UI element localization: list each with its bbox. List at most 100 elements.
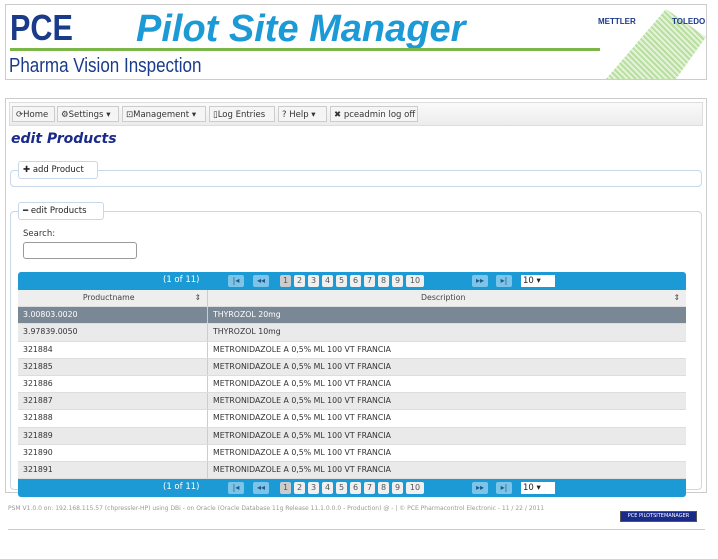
brand-left: METTLER <box>598 17 636 26</box>
plus-icon: ✚ <box>23 165 31 175</box>
mettler-toledo-logo: METTLER TOLEDO <box>596 5 706 79</box>
table-row[interactable]: 321886 METRONIDAZOLE A 0,5% ML 100 VT FRA… <box>18 375 686 394</box>
column-description[interactable]: Description ⇕ <box>208 290 686 306</box>
page-button[interactable]: 8 <box>378 482 389 495</box>
page-button[interactable]: 1 <box>280 275 291 287</box>
productname-cell: 3.00803.0020 <box>18 307 208 324</box>
minus-icon: ━ <box>23 206 29 216</box>
productname-cell: 321885 <box>18 358 208 375</box>
settings-menu[interactable]: ⚙Settings ▾ <box>57 106 119 122</box>
productname-cell: 321889 <box>18 427 208 444</box>
add-product-button[interactable]: ✚ add Product <box>18 161 98 179</box>
page-button[interactable]: 5 <box>336 482 347 495</box>
app-title: Pilot Site Manager <box>136 8 466 50</box>
table-row[interactable]: 321884 METRONIDAZOLE A 0,5% ML 100 VT FRA… <box>18 341 686 359</box>
page-button[interactable]: 2 <box>294 482 305 495</box>
header-banner: PCE Pilot Site Manager Pharma Vision Ins… <box>5 4 707 80</box>
next-page-button[interactable]: ▸▸ <box>472 482 488 495</box>
next-page-button[interactable]: ▸▸ <box>472 275 488 287</box>
description-cell: THYROZOL 20mg <box>213 310 281 320</box>
productname-cell: 321886 <box>18 375 208 393</box>
page-button[interactable]: 10 <box>406 482 424 495</box>
productname-cell: 321887 <box>18 393 208 410</box>
page-button[interactable]: 3 <box>308 275 319 287</box>
page-button[interactable]: 1 <box>280 482 291 495</box>
productname-cell: 321890 <box>18 444 208 461</box>
pce-logo: PCE <box>10 7 73 48</box>
question-icon: ? <box>282 110 287 120</box>
page-button[interactable]: 6 <box>350 482 361 495</box>
gear-icon: ⚙ <box>61 110 69 120</box>
main-panel: ⟳Home ⚙Settings ▾ ⊡Management ▾ ▯Log Ent… <box>5 98 707 498</box>
page-button[interactable]: 4 <box>322 482 333 495</box>
first-page-button[interactable]: |◂ <box>228 275 244 287</box>
table-row[interactable]: 321891 METRONIDAZOLE A 0,5% ML 100 VT FRA… <box>18 461 686 480</box>
page-status: (1 of 11) <box>163 482 200 493</box>
page-button[interactable]: 3 <box>308 482 319 495</box>
page-button[interactable]: 6 <box>350 275 361 287</box>
first-page-button[interactable]: |◂ <box>228 482 244 495</box>
table-row[interactable]: 321889 METRONIDAZOLE A 0,5% ML 100 VT FRA… <box>18 427 686 445</box>
page-button[interactable]: 9 <box>392 275 403 287</box>
add-product-section <box>10 170 702 187</box>
table-row[interactable]: 321885 METRONIDAZOLE A 0,5% ML 100 VT FRA… <box>18 358 686 376</box>
page-button[interactable]: 2 <box>294 275 305 287</box>
table-row[interactable]: 321888 METRONIDAZOLE A 0,5% ML 100 VT FRA… <box>18 410 686 428</box>
green-divider <box>10 48 600 51</box>
rows-per-page-select[interactable]: 10 ▾ <box>521 482 555 495</box>
table-row[interactable]: 321890 METRONIDAZOLE A 0,5% ML 100 VT FRA… <box>18 444 686 462</box>
search-input[interactable] <box>23 242 137 259</box>
sort-icon: ⇕ <box>194 293 201 302</box>
table-header: Productname ⇕ Description ⇕ <box>18 290 686 308</box>
page-status: (1 of 11) <box>163 275 200 285</box>
toolbar: ⟳Home ⚙Settings ▾ ⊡Management ▾ ▯Log Ent… <box>9 102 703 126</box>
close-icon: ✖ <box>334 110 342 120</box>
last-page-button[interactable]: ▸| <box>496 275 512 287</box>
page-button[interactable]: 5 <box>336 275 347 287</box>
prev-page-button[interactable]: ◂◂ <box>253 275 269 287</box>
app-subtitle: Pharma Vision Inspection <box>9 55 202 77</box>
pager-bottom: (1 of 11) |◂ ◂◂ 1 2 3 4 5 6 7 8 9 10 ▸▸ ▸| 10 ▾ <box>18 479 686 498</box>
psm-badge: PCE PILOTSITEMANAGER <box>620 511 697 522</box>
log-entries-button[interactable]: ▯Log Entries <box>209 106 275 122</box>
last-page-button[interactable]: ▸| <box>496 482 512 495</box>
productname-cell: 321884 <box>18 341 208 358</box>
table-row[interactable]: 3.00803.0020 THYROZOL 20mg <box>18 307 686 325</box>
description-cell: METRONIDAZOLE A 0,5% ML 100 VT FRANCIA <box>213 361 391 371</box>
sort-icon: ⇕ <box>673 293 680 302</box>
page-button[interactable]: 10 <box>406 275 424 287</box>
table-row[interactable]: 321887 METRONIDAZOLE A 0,5% ML 100 VT FRA… <box>18 393 686 411</box>
home-button[interactable]: ⟳Home <box>12 106 55 122</box>
rows-per-page-select[interactable]: 10 ▾ <box>521 275 555 287</box>
description-cell: METRONIDAZOLE A 0,5% ML 100 VT FRANCIA <box>213 447 391 457</box>
footer-text: PSM V1.0.0 on: 192.168.115.57 (chpressle… <box>8 505 545 512</box>
table-row[interactable]: 3.97839.0050 THYROZOL 10mg <box>18 324 686 342</box>
page-button[interactable]: 7 <box>364 275 375 287</box>
description-cell: THYROZOL 10mg <box>213 327 281 337</box>
prev-page-button[interactable]: ◂◂ <box>253 482 269 495</box>
pager-top: (1 of 11) |◂ ◂◂ 1 2 3 4 5 6 7 8 9 10 ▸▸ ▸| 10 ▾ <box>18 272 686 290</box>
page-button[interactable]: 9 <box>392 482 403 495</box>
help-menu[interactable]: ? Help ▾ <box>278 106 327 122</box>
page-button[interactable]: 8 <box>378 275 389 287</box>
column-productname[interactable]: Productname ⇕ <box>18 290 208 307</box>
description-cell: METRONIDAZOLE A 0,5% ML 100 VT FRANCIA <box>213 344 391 354</box>
search-label: Search: <box>23 229 56 239</box>
productname-cell: 321891 <box>18 461 208 479</box>
products-table: (1 of 11) |◂ ◂◂ 1 2 3 4 5 6 7 8 9 10 ▸▸ ▸| 10 ▾ P… <box>18 272 686 498</box>
brand-right: TOLEDO <box>672 17 706 26</box>
productname-cell: 321888 <box>18 410 208 427</box>
productname-cell: 3.97839.0050 <box>18 324 208 341</box>
description-cell: METRONIDAZOLE A 0,5% ML 100 VT FRANCIA <box>213 464 391 474</box>
description-cell: METRONIDAZOLE A 0,5% ML 100 VT FRANCIA <box>213 378 391 388</box>
edit-products-toggle[interactable]: ━ edit Products <box>18 202 104 220</box>
page-title: edit Products <box>11 131 117 147</box>
description-cell: METRONIDAZOLE A 0,5% ML 100 VT FRANCIA <box>213 396 391 406</box>
page-button[interactable]: 7 <box>364 482 375 495</box>
description-cell: METRONIDAZOLE A 0,5% ML 100 VT FRANCIA <box>213 413 391 423</box>
page-button[interactable]: 4 <box>322 275 333 287</box>
description-cell: METRONIDAZOLE A 0,5% ML 100 VT FRANCIA <box>213 430 391 440</box>
management-menu[interactable]: ⊡Management ▾ <box>122 106 206 122</box>
footer-divider <box>8 529 705 530</box>
logoff-button[interactable]: ✖ pceadmin log off <box>330 106 418 122</box>
